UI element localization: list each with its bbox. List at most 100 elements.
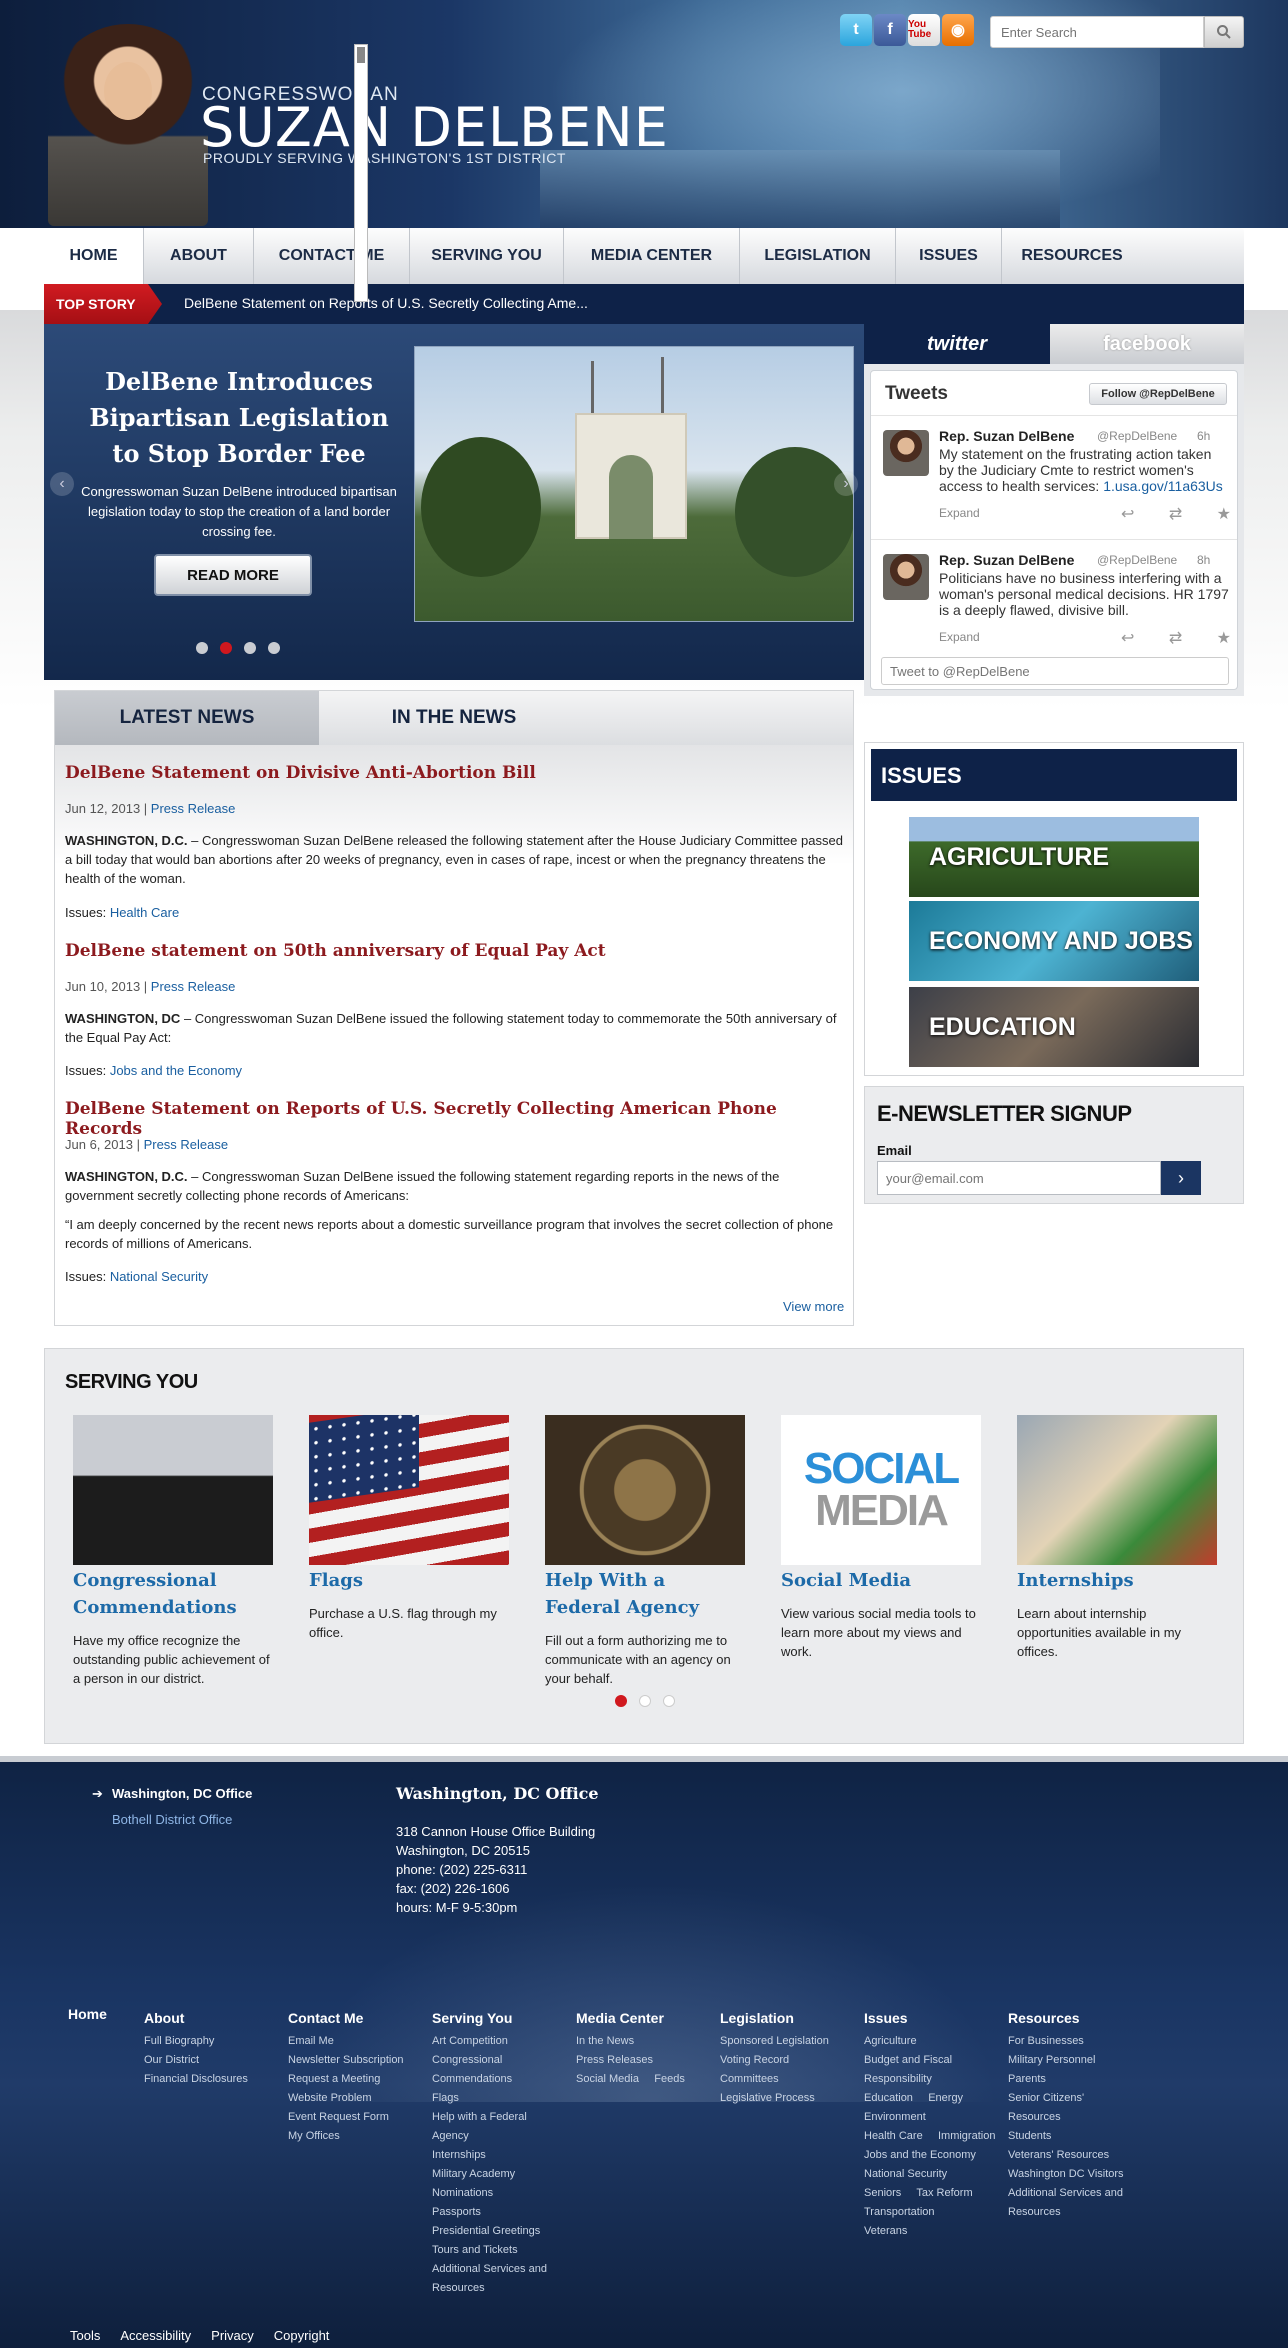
footer-link[interactable]: Resources — [1008, 2203, 1148, 2222]
footer-link[interactable]: Commendations — [432, 2070, 572, 2089]
footer-link[interactable]: Students — [1008, 2127, 1148, 2146]
scrollbar[interactable] — [354, 44, 368, 302]
article-category-link[interactable]: Press Release — [151, 979, 236, 994]
retweet-icon[interactable]: ⇄ — [1169, 504, 1182, 524]
footer-link[interactable]: Military Academy — [432, 2165, 572, 2184]
issue-link[interactable]: Health Care — [110, 905, 179, 920]
footer-col-title[interactable]: Issues — [864, 2010, 1004, 2026]
footer-link[interactable]: Help with a Federal — [432, 2108, 572, 2127]
slider-dot-active[interactable] — [220, 642, 232, 654]
footer-link[interactable]: Additional Services and — [1008, 2184, 1148, 2203]
tab-twitter[interactable]: twitter — [864, 324, 1050, 364]
rss-icon[interactable]: ◉ — [942, 14, 974, 46]
footer-link[interactable]: Press Releases — [576, 2051, 716, 2070]
tweet-expand[interactable]: Expand — [939, 506, 980, 520]
nav-resources[interactable]: RESOURCES — [1002, 228, 1142, 284]
footer-link[interactable]: Resources — [432, 2279, 572, 2298]
footer-link[interactable]: Additional Services and — [432, 2260, 572, 2279]
avatar[interactable] — [883, 554, 929, 600]
tweet-time[interactable]: 8h — [1197, 553, 1210, 567]
footer-link[interactable]: Passports — [432, 2203, 572, 2222]
footer-link[interactable]: Health Care Immigration — [864, 2127, 1004, 2146]
footer-link[interactable]: Newsletter Subscription — [288, 2051, 428, 2070]
footer-link[interactable]: Transportation — [864, 2203, 1004, 2222]
footer-link[interactable]: Presidential Greetings — [432, 2222, 572, 2241]
serving-card-title[interactable]: Help With a Federal Agency — [545, 1567, 745, 1621]
issue-tile-agriculture[interactable]: AGRICULTURE — [909, 817, 1199, 897]
footer-col-title[interactable]: Resources — [1008, 2010, 1148, 2026]
footer-link[interactable]: Committees — [720, 2070, 860, 2089]
slider-dot[interactable] — [244, 642, 256, 654]
footer-link[interactable]: Military Personnel — [1008, 2051, 1148, 2070]
slide-image[interactable] — [414, 346, 854, 622]
issue-link[interactable]: National Security — [110, 1269, 208, 1284]
tab-facebook[interactable]: facebook — [1050, 324, 1244, 364]
nav-about[interactable]: ABOUT — [144, 228, 254, 284]
footer-link[interactable]: Senior Citizens' — [1008, 2089, 1148, 2108]
flag-image[interactable] — [309, 1415, 509, 1565]
chevron-right-icon[interactable]: › — [834, 472, 858, 496]
serving-card-title[interactable]: Congressional Commendations — [73, 1567, 273, 1621]
footer-col-title[interactable]: Contact Me — [288, 2010, 428, 2026]
footer-link[interactable]: My Offices — [288, 2127, 428, 2146]
footer-link[interactable]: Agriculture — [864, 2032, 1004, 2051]
chevron-left-icon[interactable]: ‹ — [50, 472, 74, 496]
article-category-link[interactable]: Press Release — [151, 801, 236, 816]
tweet-handle[interactable]: @RepDelBene — [1097, 553, 1177, 567]
social-media-image[interactable]: SOCIAL MEDIA — [781, 1415, 981, 1565]
footer-link[interactable]: Budget and Fiscal — [864, 2051, 1004, 2070]
footer-link[interactable]: Flags — [432, 2089, 572, 2108]
footer-link[interactable]: National Security — [864, 2165, 1004, 2184]
nav-media-center[interactable]: MEDIA CENTER — [564, 228, 740, 284]
footer-link[interactable]: Financial Disclosures — [144, 2070, 284, 2089]
footer-link[interactable]: Nominations — [432, 2184, 572, 2203]
top-story-link[interactable]: DelBene Statement on Reports of U.S. Sec… — [184, 295, 588, 311]
footer-link[interactable]: Responsibility — [864, 2070, 1004, 2089]
footer-link[interactable]: Jobs and the Economy — [864, 2146, 1004, 2165]
footer-link[interactable]: Tours and Tickets — [432, 2241, 572, 2260]
graduates-image[interactable] — [73, 1415, 273, 1565]
email-field[interactable] — [877, 1161, 1161, 1195]
footer-link[interactable]: Parents — [1008, 2070, 1148, 2089]
tweet-link[interactable]: 1.usa.gov/11a63Us — [1103, 478, 1223, 494]
serving-card-title[interactable]: Internships — [1017, 1567, 1217, 1594]
footer-col-title[interactable]: Serving You — [432, 2010, 572, 2026]
facebook-icon[interactable]: f — [874, 14, 906, 46]
slider-dot[interactable] — [268, 642, 280, 654]
tools-link[interactable]: Tools — [70, 2328, 100, 2343]
favorite-icon[interactable]: ★ — [1217, 628, 1231, 648]
interns-image[interactable] — [1017, 1415, 1217, 1565]
slider-dot[interactable] — [196, 642, 208, 654]
footer-col-title[interactable]: Legislation — [720, 2010, 860, 2026]
accessibility-link[interactable]: Accessibility — [120, 2328, 191, 2343]
serving-card-title[interactable]: Social Media — [781, 1567, 981, 1594]
footer-col-title[interactable]: About — [144, 2010, 284, 2026]
carousel-dot-active[interactable] — [615, 1695, 627, 1707]
tweet-handle[interactable]: @RepDelBene — [1097, 429, 1177, 443]
issue-tile-economy-and-jobs[interactable]: ECONOMY AND JOBS — [909, 901, 1199, 981]
tweet-to-input[interactable] — [881, 657, 1229, 685]
nav-home[interactable]: HOME — [44, 228, 144, 284]
tab-latest-news[interactable]: LATEST NEWS — [55, 691, 319, 745]
reply-icon[interactable]: ↩ — [1121, 504, 1134, 524]
twitter-icon[interactable]: t — [840, 14, 872, 46]
footer-link[interactable]: Email Me — [288, 2032, 428, 2051]
newsletter-submit-button[interactable]: › — [1161, 1161, 1201, 1195]
footer-link[interactable]: Voting Record — [720, 2051, 860, 2070]
footer-link[interactable]: Full Biography — [144, 2032, 284, 2051]
great-seal-image[interactable] — [545, 1415, 745, 1565]
footer-link[interactable]: Veterans' Resources — [1008, 2146, 1148, 2165]
view-more-link[interactable]: View more — [783, 1299, 844, 1314]
avatar[interactable] — [883, 430, 929, 476]
search-input[interactable] — [990, 16, 1204, 48]
read-more-button[interactable]: READ MORE — [154, 554, 312, 596]
nav-legislation[interactable]: LEGISLATION — [740, 228, 896, 284]
footer-col-title[interactable]: Media Center — [576, 2010, 716, 2026]
tweet-author[interactable]: Rep. Suzan DelBene — [939, 428, 1074, 444]
footer-link[interactable]: Education Energy — [864, 2089, 1004, 2108]
footer-link[interactable]: Resources — [1008, 2108, 1148, 2127]
follow-button[interactable]: Follow @RepDelBene — [1089, 383, 1227, 405]
issue-link[interactable]: Jobs and the Economy — [110, 1063, 242, 1078]
serving-card-title[interactable]: Flags — [309, 1567, 509, 1594]
office-tab-bothell[interactable]: Bothell District Office — [112, 1812, 232, 1827]
